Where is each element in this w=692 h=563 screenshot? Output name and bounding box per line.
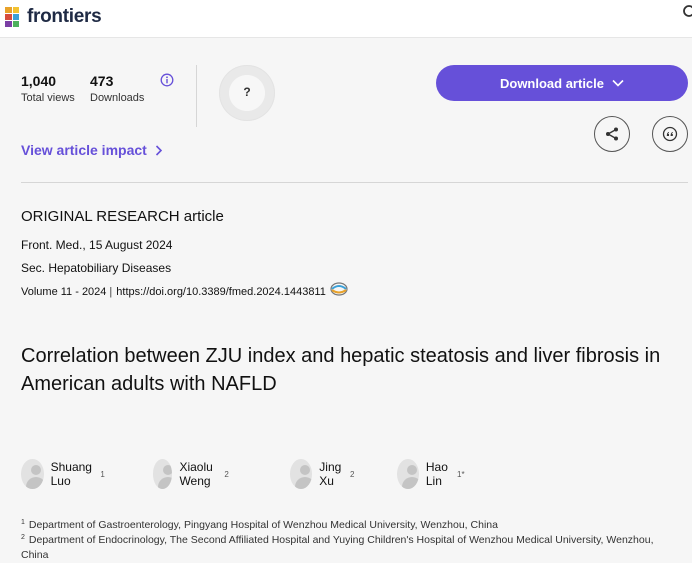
article-title: Correlation between ZJU index and hepati… [21, 345, 661, 395]
download-article-button[interactable]: Download article [436, 65, 688, 101]
info-icon[interactable] [160, 73, 174, 87]
logo-text: frontiers [27, 6, 102, 27]
top-bar: frontiers [0, 0, 692, 38]
avatar-icon [397, 459, 419, 489]
author-item[interactable]: Xiaolu Weng 2 [153, 459, 229, 489]
cite-icon [662, 126, 678, 142]
search-icon[interactable] [682, 4, 692, 20]
doi-link[interactable]: https://doi.org/10.3389/fmed.2024.144381… [116, 286, 326, 298]
chevron-right-icon [155, 144, 162, 156]
share-icon [606, 127, 618, 141]
affiliation-item: 2 Department of Endocrinology, The Second… [21, 530, 671, 563]
affiliation-text: Department of Endocrinology, The Second … [21, 534, 654, 561]
chevron-down-icon [612, 79, 624, 87]
frontiers-logo[interactable]: frontiers [4, 5, 114, 29]
author-affiliation-number: 1* [457, 469, 465, 479]
cite-button[interactable] [652, 116, 688, 152]
download-article-label: Download article [499, 75, 605, 91]
avatar-icon [290, 459, 313, 489]
share-button[interactable] [594, 116, 630, 152]
altmetric-badge-text: ? [243, 85, 251, 99]
journal-section: Sec. Hepatobiliary Diseases [21, 261, 172, 275]
total-views-label: Total views [21, 92, 75, 104]
crossmark-icon[interactable] [329, 282, 349, 296]
downloads-label: Downloads [90, 92, 145, 104]
affiliation-number: 1 [21, 519, 25, 526]
section-divider [21, 182, 688, 183]
total-views-value: 1,040 [21, 73, 57, 89]
author-item[interactable]: Shuang Luo 1 [21, 459, 105, 489]
author-affiliation-number: 2 [224, 469, 229, 479]
avatar-icon [21, 459, 44, 489]
view-article-impact-label: View article impact [21, 142, 147, 158]
author-item[interactable]: Jing Xu 2 [290, 459, 354, 489]
altmetric-badge[interactable]: ? [219, 65, 275, 121]
author-name: Jing Xu [319, 460, 342, 488]
author-affiliation-number: 2 [350, 469, 355, 479]
author-name: Hao Lin [425, 460, 448, 488]
downloads-value: 473 [90, 73, 114, 89]
avatar-icon [153, 459, 173, 489]
author-name: Shuang Luo [50, 460, 92, 488]
author-affiliation-number: 1 [100, 469, 105, 479]
volume-doi-line: Volume 11 - 2024 | https://doi.org/10.33… [21, 282, 349, 298]
journal-date: Front. Med., 15 August 2024 [21, 238, 173, 252]
author-item[interactable]: Hao Lin 1* [397, 459, 465, 489]
view-article-impact-link[interactable]: View article impact [21, 142, 162, 158]
author-name: Xiaolu Weng [179, 460, 213, 488]
downloads-metric: 473 Downloads [90, 73, 144, 104]
metrics-divider [196, 65, 197, 127]
total-views-metric: 1,040 Total views [21, 73, 75, 104]
volume-text: Volume 11 - 2024 [21, 286, 107, 298]
volume-separator: | [109, 286, 113, 298]
article-type: ORIGINAL RESEARCH article [21, 208, 224, 225]
affiliation-number: 2 [21, 534, 25, 541]
frontiers-logo-icon [5, 7, 19, 27]
